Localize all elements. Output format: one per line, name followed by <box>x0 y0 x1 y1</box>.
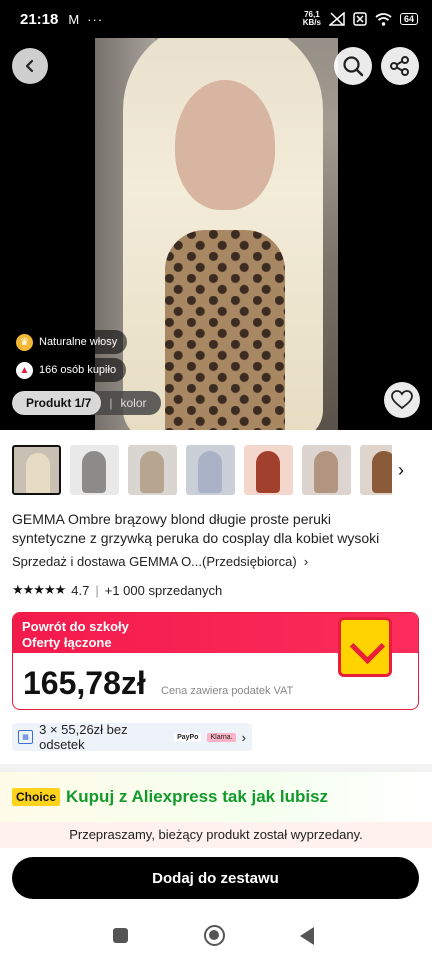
wifi-icon <box>375 12 392 26</box>
system-nav-bar <box>0 906 432 960</box>
chevron-left-icon <box>25 59 34 73</box>
mail-icon: M <box>68 11 80 27</box>
more-notifications-icon: ··· <box>87 11 104 27</box>
sold-out-notice: Przepraszamy, bieżący produkt został wyp… <box>0 822 432 848</box>
chevron-right-icon: › <box>241 729 246 745</box>
calendar-icon: ▦ <box>18 730 34 744</box>
price: 165,78zł <box>23 665 146 701</box>
share-icon <box>390 56 409 76</box>
thumbnail-6[interactable] <box>302 445 351 495</box>
heart-icon <box>391 390 413 410</box>
thumbnail-2[interactable] <box>70 445 119 495</box>
signal-off-icon <box>328 12 345 26</box>
choice-banner[interactable]: Choice Kupuj z Aliexpress tak jak lubisz <box>0 772 432 822</box>
natural-hair-badge: ♛ Naturalne włosy <box>12 330 128 354</box>
flame-icon: ▲ <box>16 361 33 379</box>
wishlist-button[interactable] <box>384 382 420 418</box>
recents-icon[interactable] <box>113 928 128 943</box>
thumbnail-strip <box>12 444 392 496</box>
share-button[interactable] <box>381 47 419 85</box>
chevron-right-icon: › <box>300 554 309 569</box>
choice-text: Kupuj z Aliexpress tak jak lubisz <box>66 787 329 806</box>
rating-row[interactable]: ★★★★★ 4.7 | +1 000 sprzedanych <box>12 582 222 598</box>
product-title[interactable]: GEMMA Ombre brązowy blond długie proste … <box>12 510 422 548</box>
network-speed: 76,1 KB/s <box>302 10 321 27</box>
thumbnail-1[interactable] <box>12 445 61 495</box>
sold-count: +1 000 sprzedanych <box>104 582 223 598</box>
star-rating: ★★★★★ <box>12 582 66 597</box>
product-video[interactable] <box>95 0 338 430</box>
shopping-bag-icon <box>338 617 392 677</box>
store-link[interactable]: Sprzedaż i dostawa GEMMA O...(Przedsiębi… <box>12 554 308 569</box>
crown-icon: ♛ <box>16 333 33 351</box>
thumbnail-5[interactable] <box>244 445 293 495</box>
installments-text: 3 × 55,26zł bez odsetek <box>39 722 128 752</box>
search-icon <box>343 56 364 77</box>
media-segment-control[interactable]: Produkt 1/7 | kolor <box>12 391 161 415</box>
thumbnail-3[interactable] <box>128 445 177 495</box>
sim-off-icon <box>353 12 367 26</box>
thumbnail-4[interactable] <box>186 445 235 495</box>
klarna-logo: Klarna. <box>207 732 236 742</box>
installments-row[interactable]: ▦ 3 × 55,26zł bez odsetek PayPo Klarna. … <box>12 722 252 752</box>
battery-icon: 64 <box>399 13 418 25</box>
paypo-logo: PayPo <box>174 732 202 742</box>
segment-color[interactable]: kolor <box>120 396 160 410</box>
back-button[interactable] <box>12 48 48 84</box>
thumbnail-7[interactable] <box>360 445 392 495</box>
search-button[interactable] <box>334 47 372 85</box>
status-time: 21:18 <box>20 10 59 28</box>
purchases-badge: ▲ 166 osób kupiło <box>12 358 127 382</box>
vat-note: Cena zawiera podatek VAT <box>161 685 294 697</box>
status-bar: 21:18 M ··· 76,1 KB/s 64 <box>0 0 432 38</box>
back-triangle-icon[interactable] <box>300 927 314 945</box>
segment-product[interactable]: Produkt 1/7 <box>12 391 102 415</box>
rating-value: 4.7 <box>71 582 90 598</box>
choice-badge: Choice <box>12 788 61 806</box>
add-to-bundle-button[interactable]: Dodaj do zestawu <box>12 857 419 899</box>
promo-card[interactable]: Powrót do szkoły Oferty łączone 165,78zł… <box>12 612 419 710</box>
chevron-right-icon[interactable]: › <box>398 460 404 481</box>
home-icon[interactable] <box>204 925 225 946</box>
